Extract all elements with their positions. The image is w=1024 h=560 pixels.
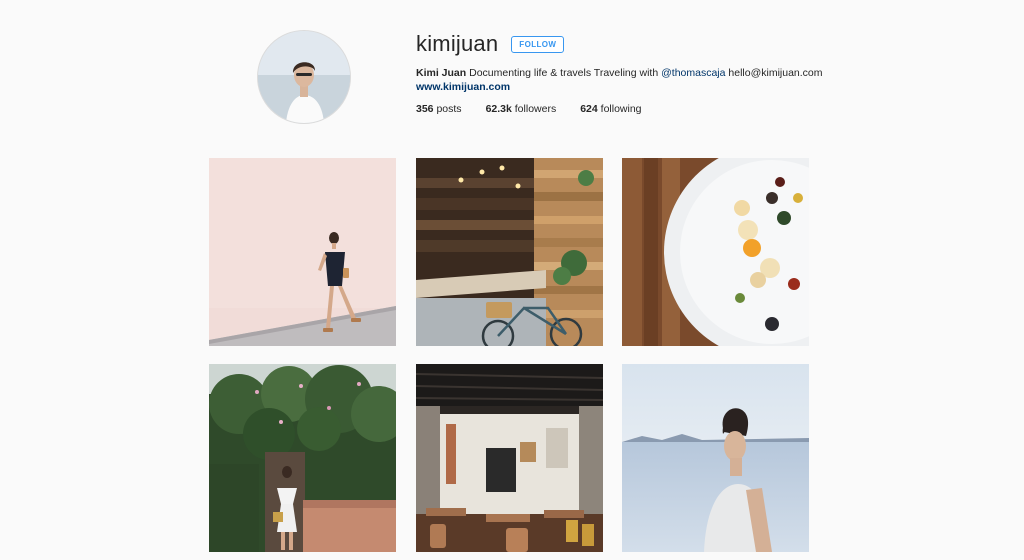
profile-stats: 356 posts 62.3k followers 624 following [416, 103, 936, 115]
post-thumbnail[interactable] [209, 364, 396, 552]
post-image [209, 364, 396, 552]
post-image [416, 364, 603, 552]
username-row: kimijuan FOLLOW [416, 30, 936, 58]
followers-count: 62.3k [485, 103, 512, 115]
bio-email: hello@kimijuan.com [728, 67, 823, 79]
full-name: Kimi Juan [416, 67, 467, 79]
post-thumbnail[interactable] [416, 364, 603, 552]
bio-mention-link[interactable]: @thomascaja [661, 67, 725, 79]
post-thumbnail[interactable] [622, 158, 809, 346]
post-thumbnail[interactable] [416, 158, 603, 346]
website-link[interactable]: www.kimijuan.com [416, 80, 936, 94]
posts-stat[interactable]: 356 posts [416, 103, 462, 115]
post-image [622, 364, 809, 552]
bio: Kimi Juan Documenting life & travels Tra… [416, 66, 936, 80]
avatar-image [258, 31, 350, 123]
post-image [416, 158, 603, 346]
username: kimijuan [416, 31, 499, 56]
following-label: following [600, 103, 642, 115]
bio-text: Documenting life & travels Traveling wit… [469, 67, 659, 79]
follow-button[interactable]: FOLLOW [511, 35, 565, 53]
post-image [209, 158, 396, 346]
profile-info: kimijuan FOLLOW Kimi Juan Documenting li… [416, 30, 936, 115]
following-count: 624 [580, 103, 598, 115]
post-thumbnail[interactable] [622, 364, 809, 552]
following-stat[interactable]: 624 following [580, 103, 641, 115]
posts-count: 356 [416, 103, 434, 115]
post-thumbnail[interactable] [209, 158, 396, 346]
posts-label: posts [436, 103, 462, 115]
profile-avatar[interactable] [257, 30, 351, 124]
followers-stat[interactable]: 62.3k followers [486, 103, 557, 115]
followers-label: followers [514, 103, 557, 115]
post-image [622, 158, 809, 346]
